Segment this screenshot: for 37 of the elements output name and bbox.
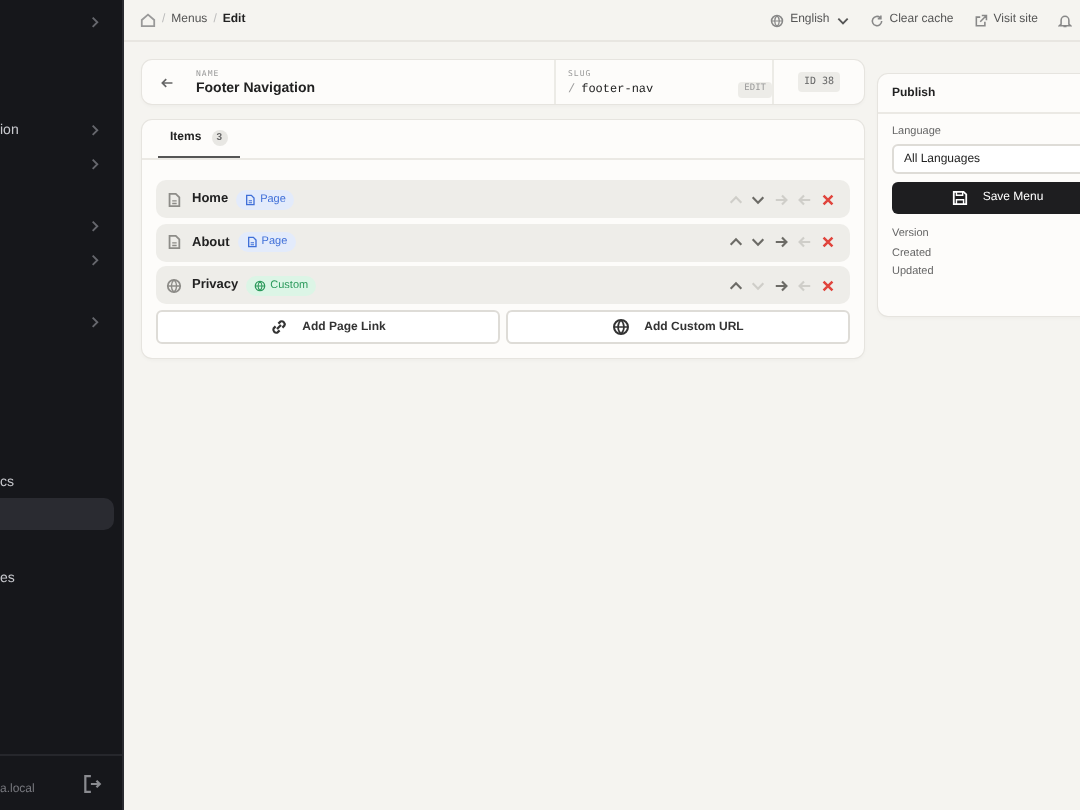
globe-icon (612, 318, 631, 337)
chevron-icon (88, 220, 102, 234)
left-arrow-icon (796, 234, 813, 251)
right-arrow-icon (773, 191, 790, 207)
link-icon (270, 318, 289, 337)
page-icon (244, 193, 257, 205)
page-icon (166, 191, 182, 207)
chevron-icon (88, 254, 102, 268)
external-link-icon (973, 13, 988, 27)
delete-icon (819, 234, 836, 251)
left-arrow-icon (796, 191, 813, 207)
right-arrow-button[interactable] (771, 232, 792, 253)
chevron-icon (88, 158, 102, 172)
logout-icon[interactable] (82, 773, 102, 793)
save-icon (952, 190, 969, 206)
page-icon (166, 234, 182, 251)
globe-icon (166, 277, 182, 294)
left-arrow-icon (796, 277, 813, 294)
right-arrow-icon (773, 234, 790, 251)
refresh-icon (869, 13, 884, 27)
globe-icon (254, 279, 267, 292)
right-arrow-button[interactable] (771, 275, 792, 296)
delete-button[interactable] (817, 232, 838, 253)
delete-button[interactable] (817, 189, 838, 209)
chevron-icon (835, 13, 850, 27)
chevron-icon (88, 16, 102, 30)
delete-icon (819, 191, 836, 207)
bell-icon[interactable] (1058, 13, 1072, 27)
right-arrow-icon (773, 277, 790, 294)
globe-icon (770, 13, 785, 27)
page-icon (245, 236, 258, 249)
chevron-icon (88, 316, 102, 330)
back-arrow-icon[interactable] (160, 75, 174, 89)
home-icon[interactable] (140, 12, 156, 28)
delete-button[interactable] (817, 275, 838, 296)
chevron-icon (88, 124, 102, 138)
delete-icon (819, 277, 836, 294)
